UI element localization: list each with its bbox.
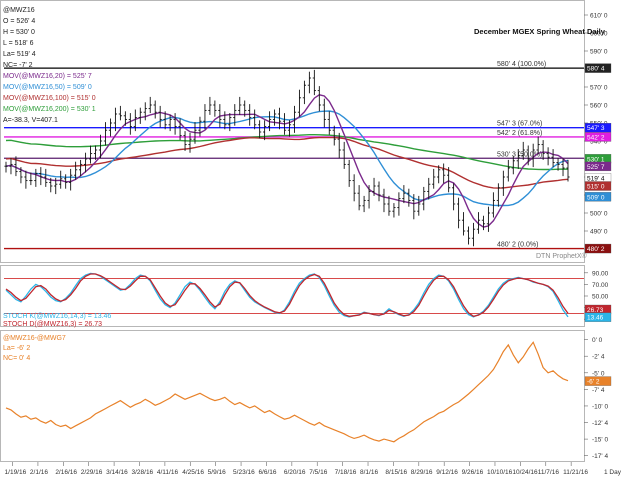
spread-legend-nc: NC= 0' 4 — [3, 355, 30, 362]
retracement-label: 542' 2 (61.8%) — [497, 130, 542, 137]
value-tag-label: 509' 0 — [587, 194, 605, 201]
x-tick-label: 8/1/16 — [360, 469, 378, 476]
legend-ma100: MOV(@MWZ16,100) = 515' 0 — [3, 95, 96, 102]
x-tick-label: 7/5/16 — [309, 469, 327, 476]
legend-high: H = 530' 0 — [3, 29, 35, 36]
value-tag-label: 547' 3 — [587, 125, 605, 132]
x-interval-label: 1 Day — [604, 469, 622, 476]
legend-symbol: @MWZ16 — [3, 7, 35, 14]
x-tick-label: 10/10/16 — [487, 469, 513, 476]
value-tag-label: 480' 2 — [587, 246, 605, 253]
legend-low: L = 518' 6 — [3, 40, 34, 47]
y-tick-label: 560' 0 — [590, 103, 608, 110]
spread-panel — [0, 330, 585, 462]
y-tick-label: 570' 0 — [590, 85, 608, 92]
spread-y-axis: 0' 0 -2' 4 -5' 0 -7' 4 -10' 0 -12' 4 -15' 0 -17… — [584, 337, 608, 460]
x-tick-label: 5/23/16 — [233, 469, 255, 476]
value-tag-label: 13.46 — [587, 315, 604, 322]
x-tick-label: 3/28/16 — [131, 469, 153, 476]
y-tick-label: -5' 0 — [592, 370, 605, 377]
y-tick-label: -10' 0 — [592, 403, 608, 410]
y-tick-label: -12' 4 — [592, 420, 608, 427]
stoch-legend: STOCH K(@MWZ16,14,3) = 13.46 STOCH D(@MW… — [3, 313, 111, 328]
x-tick-label: 10/24/16 — [512, 469, 538, 476]
y-tick-label: 490' 0 — [590, 229, 608, 236]
legend-last: La= 519' 4 — [3, 51, 36, 58]
value-tag-label: -6' 2 — [587, 379, 600, 386]
x-tick-label: 3/14/16 — [106, 469, 128, 476]
x-tick-label: 1/19/16 — [5, 469, 27, 476]
value-tag-label: 542' 2 — [587, 134, 605, 141]
y-tick-label: -7' 4 — [592, 387, 605, 394]
y-tick-label: 0' 0 — [592, 337, 603, 344]
y-tick-label: -17' 4 — [592, 453, 608, 460]
spread-legend-last: La= -6' 2 — [3, 345, 30, 352]
x-tick-label: 9/12/16 — [436, 469, 458, 476]
legend-ma50: MOV(@MWZ16,50) = 509' 0 — [3, 84, 92, 91]
y-tick-label: 590' 0 — [590, 49, 608, 56]
x-tick-label: 9/26/16 — [462, 469, 484, 476]
y-tick-label: 610' 0 — [590, 13, 608, 20]
x-tick-label: 6/20/16 — [284, 469, 306, 476]
legend-ma200: MOV(@MWZ16,200) = 530' 1 — [3, 106, 96, 113]
y-tick-label: -15' 0 — [592, 437, 608, 444]
legend-open: O = 526' 4 — [3, 18, 35, 25]
x-tick-label: 11/21/16 — [563, 469, 588, 476]
price-value-tags: 580' 4547' 3542' 2530' 1525' 7519' 4515'… — [584, 63, 612, 254]
value-tag-label: 580' 4 — [587, 66, 605, 73]
x-tick-label: 4/25/16 — [182, 469, 204, 476]
value-tag-label: 525' 7 — [587, 164, 605, 171]
watermark: DTN ProphetX® — [536, 252, 588, 260]
stoch-k-legend: STOCH K(@MWZ16,14,3) = 13.46 — [3, 313, 111, 320]
spread-legend-title: @MWZ16-@MWG7 — [3, 335, 66, 342]
y-tick-label: 500' 0 — [590, 211, 608, 218]
legend-net-change: NC= -7' 2 — [3, 62, 33, 69]
x-tick-label: 2/1/16 — [30, 469, 48, 476]
y-tick-label: 70.00 — [592, 282, 609, 289]
retracement-label: 480' 2 (0.0%) — [497, 242, 538, 249]
value-tag-label: 515' 0 — [587, 184, 605, 191]
x-tick-label: 2/16/16 — [55, 469, 77, 476]
x-tick-label: 11/7/16 — [538, 469, 560, 476]
y-tick-label: 50.00 — [592, 294, 609, 301]
stoch-d-legend: STOCH D(@MWZ16,3) = 26.73 — [3, 321, 102, 328]
legend-footer: A=-38.3, V=407.1 — [3, 117, 58, 124]
spread-value-tags: -6' 2 — [584, 376, 612, 386]
y-tick-label: -2' 4 — [592, 354, 605, 361]
legend-ma20: MOV(@MWZ16,20) = 525' 7 — [3, 73, 92, 80]
x-tick-label: 4/11/16 — [157, 469, 179, 476]
x-tick-label: 7/18/16 — [335, 469, 357, 476]
x-tick-label: 6/6/16 — [258, 469, 276, 476]
y-tick-label: 90.00 — [592, 270, 609, 277]
stoch-value-tags: 26.7313.46 — [584, 304, 612, 322]
x-tick-label: 2/29/16 — [81, 469, 103, 476]
x-axis: 1/19/16 2/1/16 2/16/16 2/29/16 3/14/16 3/28/1… — [5, 462, 622, 476]
chart-title: December MGEX Spring Wheat Daily — [474, 27, 606, 36]
chart-canvas: 610' 0600' 0590' 0580' 0570' 0560' 0550'… — [0, 0, 622, 476]
retracement-label: 547' 3 (67.0%) — [497, 121, 542, 128]
x-tick-label: 8/15/16 — [385, 469, 407, 476]
retracement-label: 580' 4 (100.0%) — [497, 61, 546, 68]
value-tag-label: 519' 4 — [587, 175, 605, 182]
x-tick-label: 5/9/16 — [208, 469, 226, 476]
x-tick-label: 8/29/16 — [411, 469, 433, 476]
